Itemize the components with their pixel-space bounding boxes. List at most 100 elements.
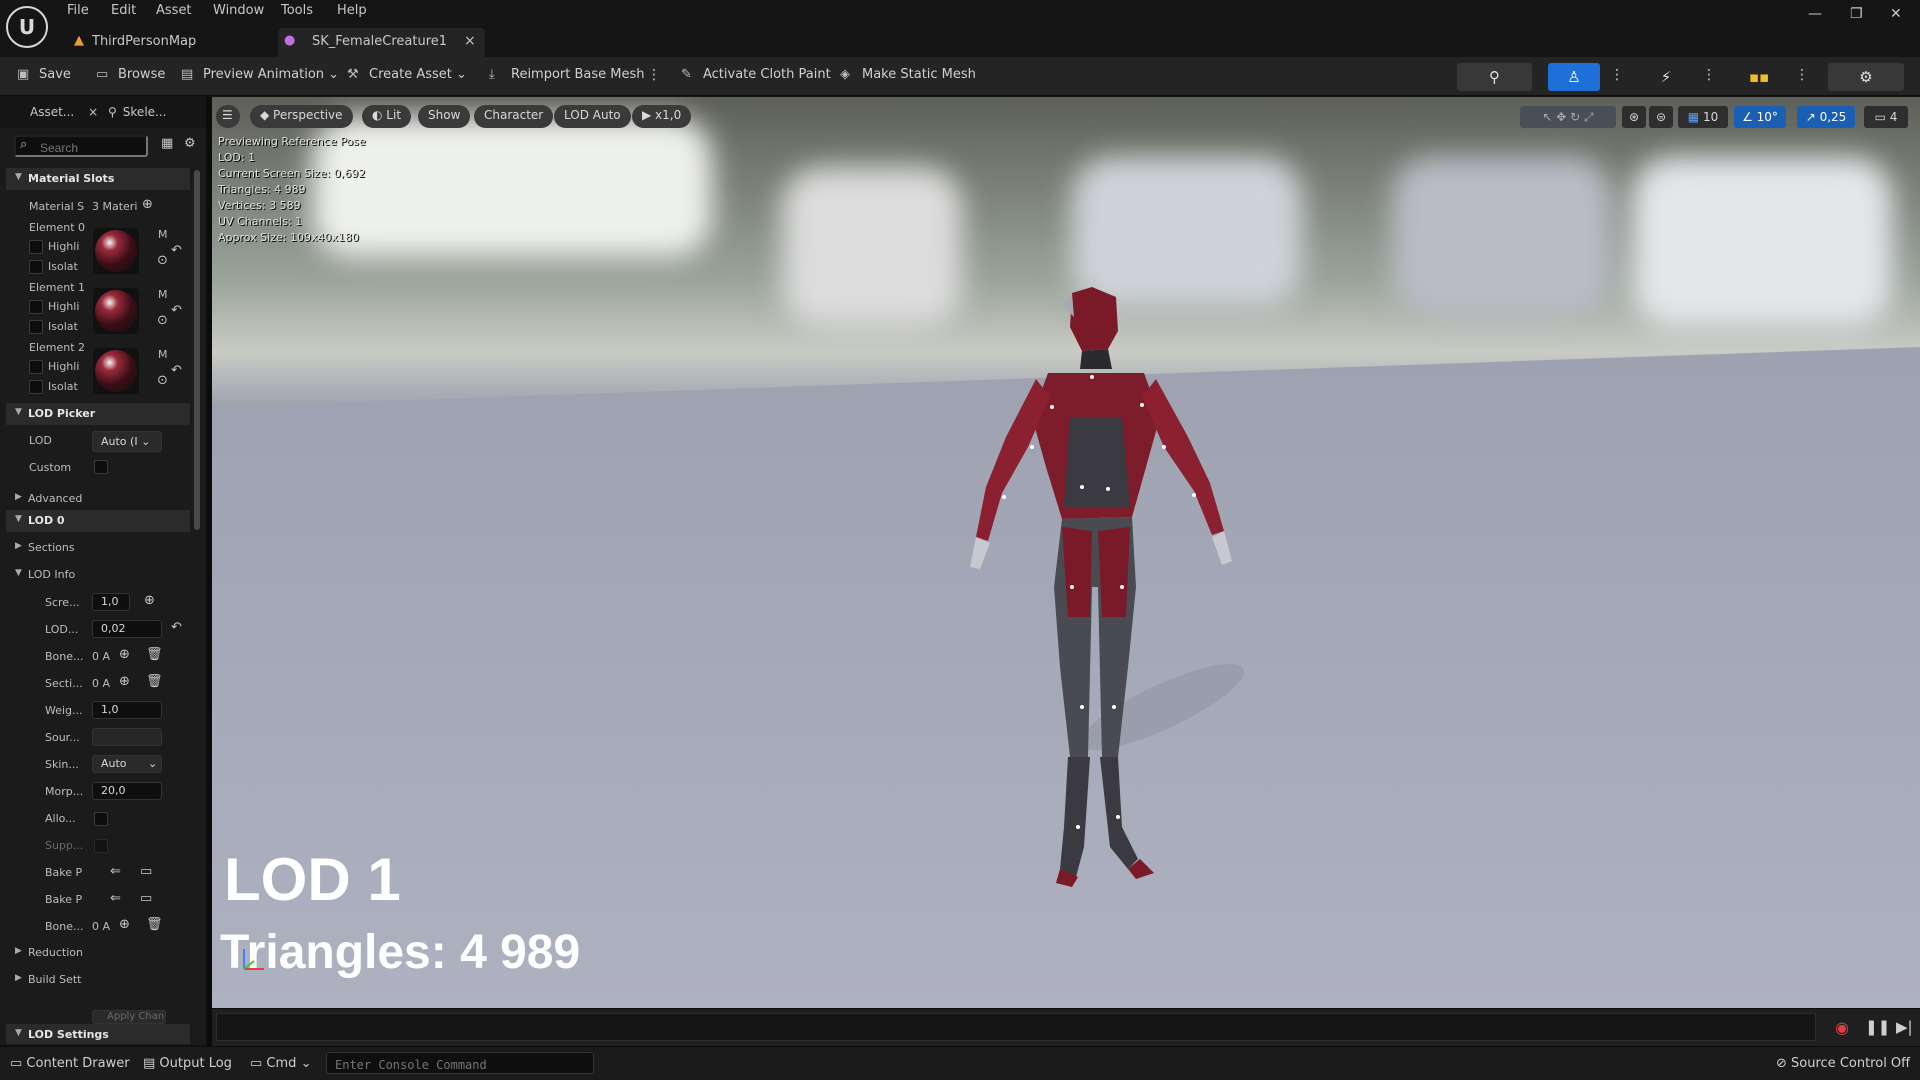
reset-arrow-icon[interactable]: ↶: [171, 243, 182, 258]
save-button[interactable]: ▣ Save: [17, 67, 71, 82]
custom-checkbox[interactable]: [94, 460, 108, 474]
pick-asset-icon[interactable]: ⇐: [110, 891, 121, 906]
menu-asset[interactable]: Asset: [156, 3, 192, 18]
minimize-button[interactable]: —: [1808, 6, 1822, 22]
lod-auto-button[interactable]: LOD Auto: [554, 105, 631, 128]
preview-animation-button[interactable]: ▤ Preview Animation ⌄: [181, 67, 339, 82]
perspective-button[interactable]: ◆ Perspective: [250, 105, 353, 128]
section-advanced[interactable]: ▶ Advanced: [6, 488, 190, 510]
morph-target-field[interactable]: 20,0: [92, 782, 162, 800]
step-forward-icon[interactable]: ▶|: [1896, 1018, 1913, 1036]
weight-field[interactable]: 1,0: [92, 701, 162, 719]
trash-icon[interactable]: 🗑: [146, 917, 163, 932]
camera-speed-button[interactable]: ▭ 4: [1864, 106, 1908, 128]
menu-edit[interactable]: Edit: [111, 3, 136, 18]
animation-mode-button[interactable]: ⚡: [1640, 63, 1692, 91]
source-field[interactable]: [92, 728, 162, 746]
skeleton-mode-button[interactable]: ⚲: [1457, 63, 1532, 91]
details-search-input[interactable]: [14, 135, 148, 157]
mesh-options-icon[interactable]: ⋮: [1610, 67, 1624, 83]
character-mesh[interactable]: [932, 287, 1262, 927]
isolate-checkbox-2[interactable]: [29, 380, 43, 394]
unreal-logo-icon[interactable]: U: [6, 6, 48, 48]
lod-dropdown[interactable]: Auto (I ⌄: [92, 431, 162, 452]
highlight-checkbox-0[interactable]: [29, 240, 43, 254]
browse-material-icon[interactable]: ⊙: [157, 313, 168, 328]
move-icon[interactable]: ✥: [1556, 110, 1566, 124]
rotation-snap-button[interactable]: ∠ 10°: [1734, 106, 1786, 128]
apply-changes-button[interactable]: Apply Chan: [92, 1010, 166, 1024]
section-lod-info[interactable]: ▼ LOD Info: [6, 564, 190, 586]
surface-snap-icon[interactable]: ⊜: [1649, 106, 1673, 128]
animation-options-icon[interactable]: ⋮: [1702, 67, 1716, 83]
tab-sk-femalecreature1[interactable]: ● SK_FemaleCreature1 ×: [278, 28, 485, 57]
details-scrollbar[interactable]: [194, 170, 200, 530]
tab-asset-details[interactable]: Asset... ×: [12, 105, 102, 119]
character-button[interactable]: Character: [474, 105, 554, 128]
preview-viewport[interactable]: ☰ ◆ Perspective ◐ Lit Show Character LOD…: [212, 97, 1920, 1008]
show-button[interactable]: Show: [418, 105, 471, 128]
reset-arrow-icon[interactable]: ↶: [171, 363, 182, 378]
highlight-checkbox-2[interactable]: [29, 360, 43, 374]
highlight-checkbox-1[interactable]: [29, 300, 43, 314]
pick-asset-icon[interactable]: ⇐: [110, 864, 121, 879]
browse-material-icon[interactable]: ⊙: [157, 253, 168, 268]
menu-tools[interactable]: Tools: [281, 3, 313, 18]
blueprint-mode-button[interactable]: ▪▪: [1733, 63, 1785, 91]
source-control-button[interactable]: ⊘ Source Control Off: [1776, 1056, 1910, 1071]
close-tab-icon[interactable]: ×: [464, 33, 476, 49]
world-local-icon[interactable]: ⊛: [1622, 106, 1646, 128]
transform-tools[interactable]: ↖ ✥ ↻ ⤢: [1520, 106, 1616, 128]
add-icon[interactable]: ⊕: [119, 917, 130, 932]
add-icon[interactable]: ⊕: [144, 593, 155, 608]
timeline-scrubber[interactable]: [216, 1013, 1816, 1041]
tab-thirdpersonmap[interactable]: ▲ ThirdPersonMap: [68, 28, 276, 57]
add-icon[interactable]: ⊕: [119, 647, 130, 662]
trash-icon[interactable]: 🗑: [146, 674, 163, 689]
pause-icon[interactable]: ❚❚: [1865, 1018, 1890, 1036]
physics-mode-button[interactable]: ⚙: [1828, 63, 1904, 91]
section-lod-0[interactable]: ▼ LOD 0: [6, 510, 190, 532]
table-view-icon[interactable]: ▦: [161, 136, 173, 151]
close-icon[interactable]: ×: [88, 105, 98, 119]
grid-snap-button[interactable]: ▦ 10: [1678, 106, 1728, 128]
menu-window[interactable]: Window: [213, 3, 264, 18]
content-drawer-button[interactable]: ▭ Content Drawer: [10, 1056, 130, 1071]
select-icon[interactable]: ↖: [1542, 110, 1552, 124]
add-material-icon[interactable]: ⊕: [142, 197, 153, 212]
viewport-menu-button[interactable]: ☰: [216, 105, 240, 128]
make-static-mesh-button[interactable]: ◈ Make Static Mesh: [840, 67, 976, 82]
isolate-checkbox-1[interactable]: [29, 320, 43, 334]
material-thumbnail-2[interactable]: [93, 348, 139, 394]
menu-help[interactable]: Help: [337, 3, 367, 18]
restore-button[interactable]: ❐: [1850, 6, 1863, 22]
section-lod-picker[interactable]: ▼ LOD Picker: [6, 403, 190, 425]
section-lod-settings[interactable]: ▼ LOD Settings: [6, 1024, 190, 1044]
material-thumbnail-0[interactable]: [93, 228, 139, 274]
section-reduction-settings[interactable]: ▶ Reduction: [6, 942, 190, 964]
record-icon[interactable]: ◉: [1835, 1018, 1849, 1037]
reset-arrow-icon[interactable]: ↶: [171, 303, 182, 318]
menu-file[interactable]: File: [67, 3, 89, 18]
output-log-button[interactable]: ▤ Output Log: [143, 1056, 232, 1071]
isolate-checkbox-0[interactable]: [29, 260, 43, 274]
lod-hysteresis-field[interactable]: 0,02: [92, 620, 162, 638]
settings-gear-icon[interactable]: ⚙: [184, 136, 196, 151]
blueprint-options-icon[interactable]: ⋮: [1795, 67, 1809, 83]
section-material-slots[interactable]: ▼ Material Slots: [6, 168, 190, 190]
create-asset-button[interactable]: ⚒ Create Asset ⌄: [347, 67, 467, 82]
scale-icon[interactable]: ⤢: [1584, 110, 1594, 124]
cmd-dropdown[interactable]: ▭ Cmd ⌄: [250, 1056, 311, 1071]
mesh-mode-button[interactable]: ♙: [1548, 63, 1600, 91]
lit-button[interactable]: ◐ Lit: [362, 105, 412, 128]
browse-folder-icon[interactable]: ▭: [140, 864, 152, 879]
rotate-icon[interactable]: ↻: [1570, 110, 1580, 124]
activate-cloth-paint-button[interactable]: ✎ Activate Cloth Paint: [681, 67, 831, 82]
console-command-input[interactable]: [326, 1052, 594, 1074]
section-sections[interactable]: ▶ Sections: [6, 537, 190, 559]
playback-speed-button[interactable]: ▶ x1,0: [632, 105, 692, 128]
reimport-options-icon[interactable]: ⋮: [647, 67, 661, 83]
allow-checkbox[interactable]: [94, 812, 108, 826]
browse-button[interactable]: ▭ Browse: [96, 67, 165, 82]
browse-material-icon[interactable]: ⊙: [157, 373, 168, 388]
